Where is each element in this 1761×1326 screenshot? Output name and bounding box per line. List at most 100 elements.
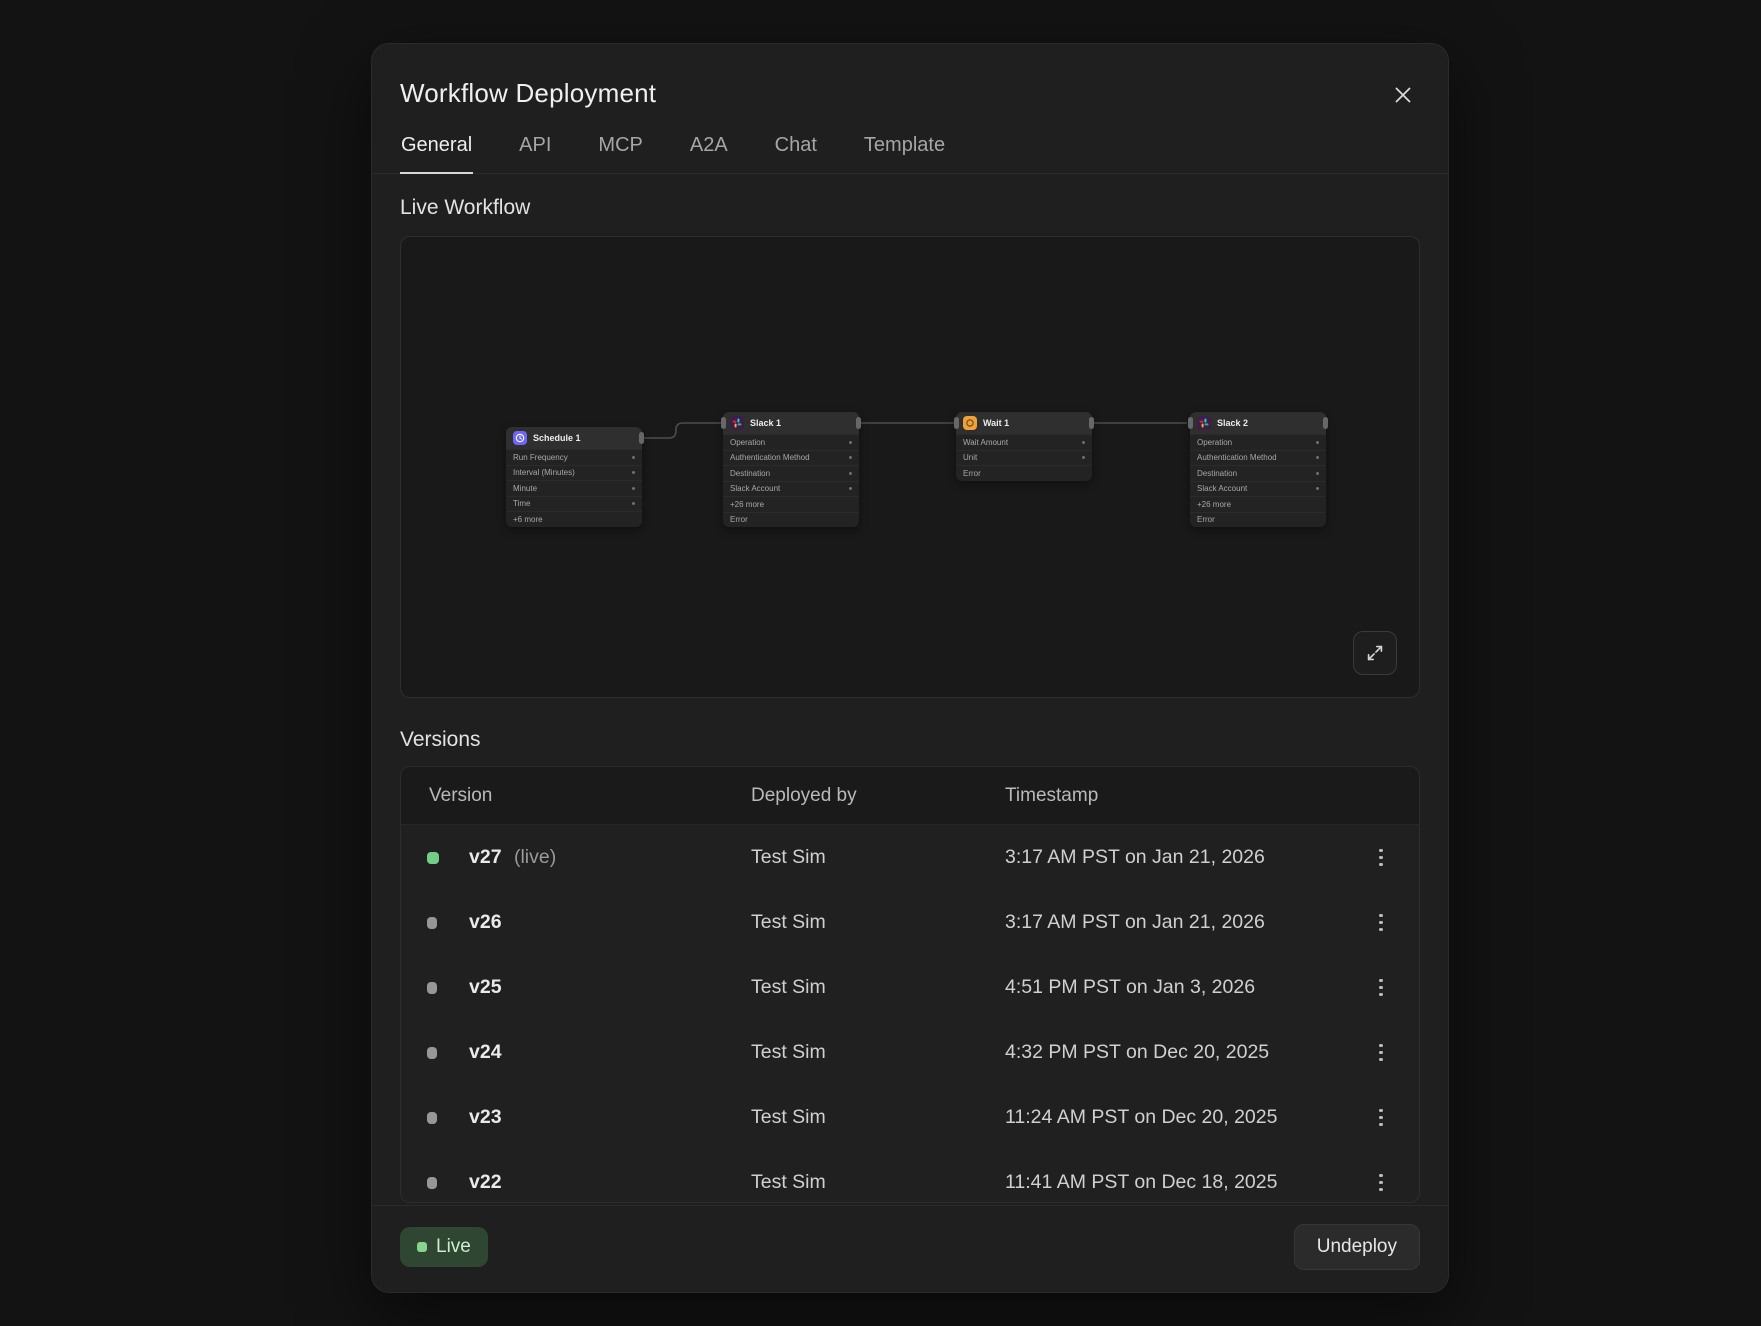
tab-general[interactable]: General <box>400 134 473 174</box>
node-field: Run Frequency <box>506 449 642 465</box>
node-title: Wait 1 <box>983 418 1009 428</box>
node-field: +26 more <box>723 496 859 512</box>
input-port[interactable] <box>954 417 959 429</box>
table-row: v26Test Sim3:17 AM PST on Jan 21, 2026 <box>401 890 1419 955</box>
live-status-dot-icon <box>417 1242 427 1252</box>
output-port[interactable] <box>1089 417 1094 429</box>
row-menu-button[interactable] <box>1363 905 1399 941</box>
node-field: Authentication Method <box>723 450 859 466</box>
undeploy-button[interactable]: Undeploy <box>1294 1224 1420 1270</box>
versions-heading: Versions <box>400 728 1420 752</box>
workflow-node-wait-1[interactable]: Wait 1 Wait AmountUnitError <box>956 412 1092 481</box>
workflow-node-slack-2[interactable]: Slack 2OperationAuthentication MethodDes… <box>1190 412 1326 527</box>
field-handle-icon <box>632 471 635 474</box>
row-menu-button[interactable] <box>1363 1165 1399 1201</box>
node-field: Destination <box>723 465 859 481</box>
kebab-icon <box>1379 849 1383 867</box>
node-field: Error <box>1190 512 1326 528</box>
version-cell: v27 (live) <box>469 846 751 869</box>
node-field: Time <box>506 496 642 512</box>
version-status-dot <box>427 917 437 929</box>
modal-title: Workflow Deployment <box>400 78 656 109</box>
kebab-icon <box>1379 1044 1383 1062</box>
row-menu-button[interactable] <box>1363 1035 1399 1071</box>
version-status-dot <box>427 852 439 864</box>
live-workflow-heading: Live Workflow <box>400 196 1420 220</box>
input-port[interactable] <box>1188 417 1193 429</box>
table-row: v23Test Sim11:24 AM PST on Dec 20, 2025 <box>401 1085 1419 1150</box>
page-background: { "modal": { "title": "Workflow Deployme… <box>0 0 1761 1326</box>
output-port[interactable] <box>856 417 861 429</box>
modal-header: Workflow Deployment <box>372 44 1448 110</box>
output-port[interactable] <box>1323 417 1328 429</box>
field-handle-icon <box>1316 487 1319 490</box>
close-icon <box>1392 84 1414 106</box>
timestamp-cell: 11:24 AM PST on Dec 20, 2025 <box>1005 1106 1363 1129</box>
versions-table-header: VersionDeployed byTimestamp <box>401 767 1419 825</box>
node-header: Schedule 1 <box>506 427 642 449</box>
version-status-dot <box>427 982 437 994</box>
tab-mcp[interactable]: MCP <box>597 134 643 174</box>
column-header-deployed-by: Deployed by <box>751 785 1005 807</box>
deployed-by-cell: Test Sim <box>751 1041 1005 1064</box>
field-handle-icon <box>1316 441 1319 444</box>
version-status-dot <box>427 1177 437 1189</box>
deployed-by-cell: Test Sim <box>751 976 1005 999</box>
workflow-canvas[interactable]: Schedule 1Run FrequencyInterval (Minutes… <box>400 236 1420 698</box>
timestamp-cell: 3:17 AM PST on Jan 21, 2026 <box>1005 911 1363 934</box>
version-cell: v26 <box>469 911 751 934</box>
clock-icon <box>513 431 527 445</box>
tab-template[interactable]: Template <box>863 134 946 174</box>
node-field: Wait Amount <box>956 434 1092 450</box>
tab-api[interactable]: API <box>518 134 552 174</box>
node-field: Error <box>723 512 859 528</box>
tab-bar: General API MCP A2A Chat Template <box>372 134 1448 174</box>
close-button[interactable] <box>1388 80 1418 110</box>
version-cell: v25 <box>469 976 751 999</box>
tab-a2a[interactable]: A2A <box>689 134 729 174</box>
workflow-node-schedule-1[interactable]: Schedule 1Run FrequencyInterval (Minutes… <box>506 427 642 527</box>
node-field: Minute <box>506 480 642 496</box>
version-status-dot <box>427 1047 437 1059</box>
row-menu-button[interactable] <box>1363 840 1399 876</box>
column-header-timestamp: Timestamp <box>1005 785 1419 807</box>
row-menu-button[interactable] <box>1363 970 1399 1006</box>
field-handle-icon <box>849 456 852 459</box>
version-cell: v24 <box>469 1041 751 1064</box>
tab-chat[interactable]: Chat <box>774 134 818 174</box>
node-title: Slack 2 <box>1217 418 1248 428</box>
node-header: Slack 2 <box>1190 412 1326 434</box>
table-row: v27 (live)Test Sim3:17 AM PST on Jan 21,… <box>401 825 1419 890</box>
live-suffix: (live) <box>514 846 556 868</box>
versions-table-body: v27 (live) Test Sim 3:17 AM PST on Jan 21,… <box>401 825 1419 1203</box>
node-body: Run FrequencyInterval (Minutes)MinuteTim… <box>506 449 642 527</box>
node-header: Wait 1 <box>956 412 1092 434</box>
input-port[interactable] <box>721 417 726 429</box>
node-field: Error <box>956 465 1092 481</box>
column-header-version: Version <box>429 785 751 807</box>
node-body: Wait AmountUnitError <box>956 434 1092 481</box>
modal-content: Live Workflow Schedule 1Run FrequencyInt… <box>372 174 1448 1205</box>
node-field: Authentication Method <box>1190 450 1326 466</box>
version-cell: v22 <box>469 1171 751 1194</box>
node-field: Operation <box>1190 434 1326 450</box>
live-badge-label: Live <box>436 1236 471 1258</box>
expand-button[interactable] <box>1353 631 1397 675</box>
field-handle-icon <box>849 487 852 490</box>
node-field: +26 more <box>1190 496 1326 512</box>
table-row: v24Test Sim4:32 PM PST on Dec 20, 2025 <box>401 1020 1419 1085</box>
node-field: Interval (Minutes) <box>506 465 642 481</box>
version-status-dot <box>427 1112 437 1124</box>
row-menu-button[interactable] <box>1363 1100 1399 1136</box>
workflow-node-slack-1[interactable]: Slack 1OperationAuthentication MethodDes… <box>723 412 859 527</box>
deployed-by-cell: Test Sim <box>751 1106 1005 1129</box>
wait-icon <box>963 416 977 430</box>
deployed-by-cell: Test Sim <box>751 1171 1005 1194</box>
slack-icon <box>730 416 744 430</box>
node-header: Slack 1 <box>723 412 859 434</box>
node-field: Slack Account <box>1190 481 1326 497</box>
kebab-icon <box>1379 914 1383 932</box>
workflow-deployment-modal: Workflow Deployment General API MCP A2A Chat… <box>371 43 1449 1293</box>
output-port[interactable] <box>639 432 644 444</box>
field-handle-icon <box>849 441 852 444</box>
